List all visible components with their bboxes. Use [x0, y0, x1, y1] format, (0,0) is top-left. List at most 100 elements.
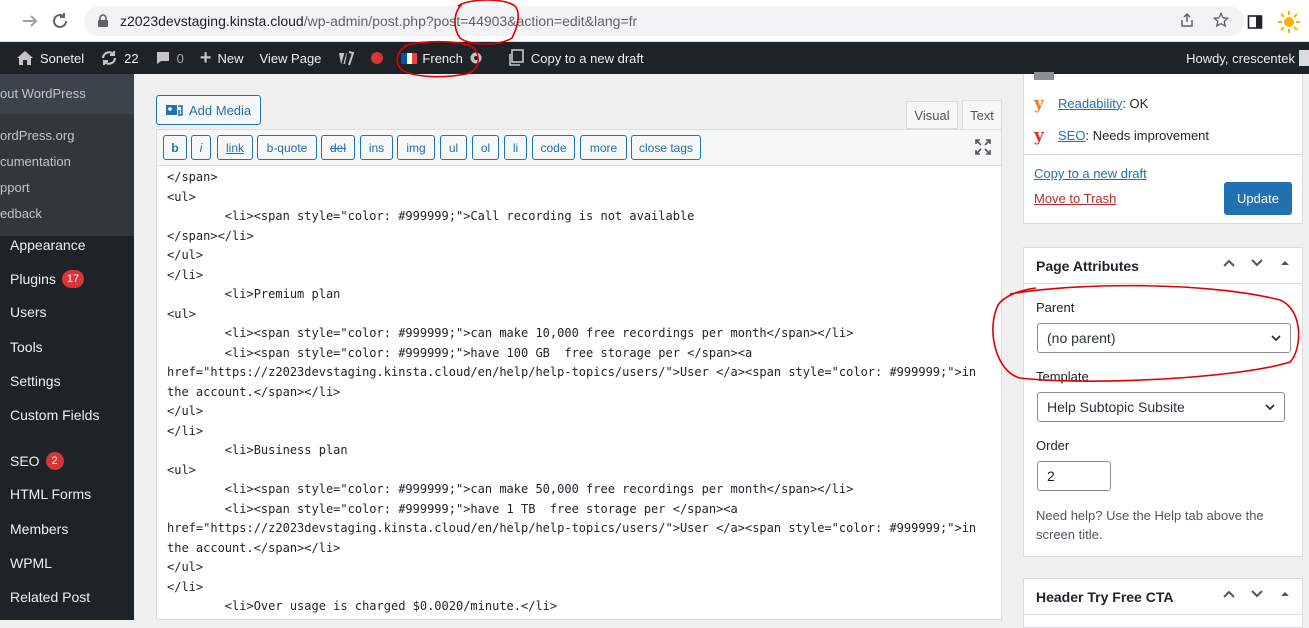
template-select[interactable]: Help Subtopic Subsite [1037, 392, 1285, 422]
admin-bar-account[interactable]: Howdy, crescentek [1186, 42, 1295, 74]
add-media-label: Add Media [189, 102, 252, 118]
qt-italic-button[interactable]: i [191, 135, 211, 160]
menu-item-wpml[interactable]: WPML [0, 546, 134, 580]
forward-icon[interactable] [14, 5, 46, 37]
publish-box: y Readability: OK y SEO: Needs improveme… [1023, 72, 1303, 224]
side-panel-icon[interactable] [1247, 14, 1263, 30]
text-editor: b i link b-quote del ins img ul ol li co… [156, 129, 1002, 620]
flyout-item-documentation[interactable]: cumentation [0, 148, 134, 174]
move-down-icon[interactable] [1250, 256, 1264, 270]
tab-text[interactable]: Text [962, 100, 1002, 130]
page-attributes-box: Page Attributes Parent (no parent) Templ… [1023, 247, 1303, 557]
code-line: <li><span style="color: #999999;">can ma… [167, 482, 854, 496]
collapse-icon[interactable] [1278, 587, 1292, 601]
menu-item-tools[interactable]: Tools [0, 330, 134, 364]
code-line: <li><span style="color: #999999;">can ma… [167, 326, 854, 340]
menu-item-related-post[interactable]: Related Post [0, 580, 134, 614]
qt-link-button[interactable]: link [217, 135, 253, 160]
qt-code-button[interactable]: code [532, 135, 575, 160]
admin-bar-new[interactable]: + New [192, 42, 252, 74]
bookmark-star-icon[interactable] [1213, 12, 1229, 28]
plus-icon: + [199, 46, 212, 69]
qt-ul-button[interactable]: ul [440, 135, 467, 160]
share-icon[interactable] [1179, 12, 1195, 28]
admin-bar-site[interactable]: Sonetel [0, 42, 92, 74]
readability-row: y Readability: OK [1034, 94, 1148, 114]
admin-bar-yoast[interactable] [329, 42, 363, 74]
order-input[interactable]: 2 [1037, 461, 1111, 491]
menu-item-members[interactable]: Members [0, 512, 134, 546]
move-to-trash-link[interactable]: Move to Trash [1034, 191, 1116, 206]
code-line: </li> [167, 579, 204, 594]
menu-item-users[interactable]: Users [0, 295, 134, 329]
qt-del-button[interactable]: del [321, 135, 355, 160]
menu-item-appearance[interactable]: Appearance [0, 228, 134, 262]
about-wordpress-title[interactable]: out WordPress [0, 74, 134, 114]
qt-close-tags-button[interactable]: close tags [631, 135, 701, 160]
readability-link[interactable]: Readability [1058, 96, 1122, 111]
wp-admin-bar: Sonetel 22 0 + New View Page French Copy… [0, 42, 1309, 74]
parent-select[interactable]: (no parent) [1037, 323, 1291, 353]
fullscreen-icon[interactable] [975, 139, 991, 155]
howdy-label: Howdy, crescentek [1186, 50, 1295, 66]
order-label: Order [1036, 438, 1070, 453]
code-line: <ul> [167, 306, 196, 321]
code-line: </ul> [167, 404, 204, 418]
yoast-icon [339, 50, 355, 66]
menu-item-settings[interactable]: Settings [0, 364, 134, 398]
collapse-icon[interactable] [1278, 256, 1292, 270]
qt-bold-button[interactable]: b [163, 135, 187, 160]
yoast-seo-icon: y [1034, 126, 1044, 146]
qt-li-button[interactable]: li [504, 135, 527, 160]
seo-link[interactable]: SEO [1058, 128, 1085, 143]
menu-label: Settings [10, 373, 61, 389]
avatar[interactable] [1299, 50, 1309, 66]
menu-item-plugins[interactable]: Plugins 17 [0, 262, 134, 296]
menu-item-custom-fields[interactable]: Custom Fields [0, 398, 134, 432]
address-bar[interactable]: z2023devstaging.kinsta.cloud/wp-admin/po… [84, 6, 1244, 36]
flyout-item-wordpress-org[interactable]: ordPress.org [0, 122, 134, 148]
admin-bar-copy-draft[interactable]: Copy to a new draft [491, 42, 652, 74]
about-wordpress-flyout: out WordPress ordPress.org cumentation p… [0, 74, 134, 236]
update-button[interactable]: Update [1224, 182, 1292, 215]
admin-bar-view-page[interactable]: View Page [252, 42, 330, 74]
admin-bar-language[interactable]: French [391, 42, 490, 74]
reload-icon[interactable] [44, 5, 76, 37]
move-up-icon[interactable] [1222, 587, 1236, 601]
code-line: <ul> [167, 189, 196, 204]
qt-ol-button[interactable]: ol [472, 135, 499, 160]
url-host: z2023devstaging.kinsta.cloud [120, 13, 304, 29]
move-down-icon[interactable] [1250, 587, 1264, 601]
tab-visual[interactable]: Visual [906, 101, 958, 129]
chevron-down-icon [1271, 335, 1281, 342]
move-up-icon[interactable] [1222, 256, 1236, 270]
code-line: <li><span style="color: #999999;">have 1… [167, 501, 738, 516]
page-attributes-header: Page Attributes [1024, 248, 1302, 284]
menu-label: Custom Fields [10, 407, 100, 423]
copy-draft-link[interactable]: Copy to a new draft [1034, 166, 1147, 181]
flyout-item-feedback[interactable]: edback [0, 200, 134, 226]
code-textarea[interactable]: </span> <ul> <li><span style="color: #999… [167, 168, 993, 617]
chevron-down-icon [1265, 404, 1275, 411]
comments-count: 0 [176, 50, 184, 66]
flyout-item-support[interactable]: pport [0, 174, 134, 200]
add-media-button[interactable]: Add Media [156, 95, 261, 125]
admin-bar-updates[interactable]: 22 [92, 42, 146, 74]
code-line: the account.</span></li> [167, 384, 341, 399]
seo-badge: 2 [45, 452, 64, 470]
qt-bquote-button[interactable]: b-quote [257, 135, 317, 160]
menu-item-seo[interactable]: SEO 2 [0, 444, 134, 478]
page-attributes-help: Need help? Use the Help tab above the sc… [1036, 508, 1264, 542]
sun-extension-icon[interactable] [1277, 10, 1301, 34]
qt-ins-button[interactable]: ins [360, 135, 393, 160]
box-controls [1222, 256, 1292, 270]
divider [1024, 154, 1302, 155]
code-line: <li>Premium plan [167, 287, 341, 301]
qt-more-button[interactable]: more [580, 135, 627, 160]
code-line: </ul> [167, 560, 204, 574]
menu-item-html-forms[interactable]: HTML Forms [0, 477, 134, 511]
code-line: <li>Business plan [167, 443, 348, 457]
qt-img-button[interactable]: img [397, 135, 435, 160]
admin-bar-comments[interactable]: 0 [147, 42, 192, 74]
admin-bar-status-dot[interactable] [363, 42, 391, 74]
